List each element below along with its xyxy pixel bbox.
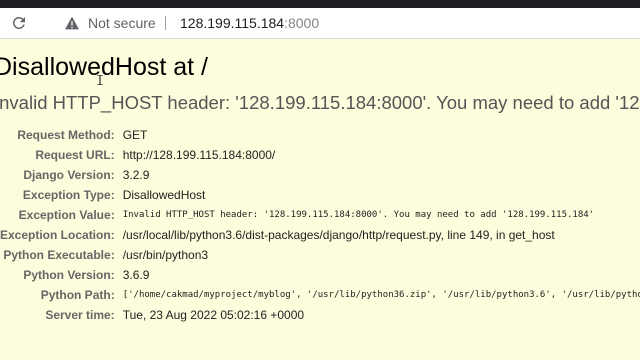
table-row: Exception Location: /usr/local/lib/pytho… (0, 225, 640, 245)
table-row: Request Method: GET (0, 125, 640, 145)
browser-tab-strip (0, 0, 640, 8)
exception-value-label: Exception Value: (18, 208, 115, 222)
text-cursor-icon (97, 75, 103, 85)
request-url-label: Request URL: (35, 148, 115, 162)
request-method-label: Request Method: (17, 128, 115, 142)
reload-icon[interactable] (10, 14, 28, 32)
django-version-value: 3.2.9 (122, 168, 150, 182)
not-secure-label[interactable]: Not secure (88, 15, 156, 31)
request-meta-table: Request Method: GET Request URL: http://… (0, 125, 640, 325)
table-row: Python Path: ['/home/cakmad/myproject/my… (0, 285, 640, 305)
exception-type-label: Exception Type: (22, 188, 115, 202)
django-version-label: Django Version: (23, 168, 115, 182)
table-row: Exception Value: Invalid HTTP_HOST heade… (0, 205, 640, 225)
address-bar[interactable]: 128.199.115.184:8000 (180, 15, 319, 31)
request-method-value: GET (122, 128, 148, 142)
warning-icon[interactable] (64, 16, 80, 30)
address-separator (165, 16, 166, 30)
exception-location-value: /usr/local/lib/python3.6/dist-packages/d… (122, 228, 555, 242)
python-path-label: Python Path: (40, 288, 115, 302)
python-version-value: 3.6.9 (122, 268, 150, 282)
url-port: :8000 (284, 15, 320, 31)
table-row: Python Executable: /usr/bin/python3 (0, 245, 640, 265)
page-title: DisallowedHost at / (0, 53, 208, 81)
exception-location-label: Exception Location: (0, 228, 115, 242)
server-time-value: Tue, 23 Aug 2022 05:02:16 +0000 (122, 308, 305, 322)
python-executable-value: /usr/bin/python3 (122, 248, 209, 262)
server-time-label: Server time: (45, 308, 115, 322)
exception-value-value: Invalid HTTP_HOST header: '128.199.115.1… (122, 210, 595, 220)
python-path-value: ['/home/cakmad/myproject/myblog', '/usr/… (122, 290, 640, 300)
table-row: Exception Type: DisallowedHost (0, 185, 640, 205)
page-subtitle: Invalid HTTP_HOST header: '128.199.115.1… (0, 92, 640, 113)
error-page: DisallowedHost at / Invalid HTTP_HOST he… (0, 39, 640, 360)
python-version-label: Python Version: (23, 268, 115, 282)
browser-toolbar: Not secure 128.199.115.184:8000 (0, 8, 640, 39)
table-row: Django Version: 3.2.9 (0, 165, 640, 185)
url-host: 128.199.115.184 (180, 15, 285, 31)
python-executable-label: Python Executable: (3, 248, 115, 262)
table-row: Python Version: 3.6.9 (0, 265, 640, 285)
exception-type-value: DisallowedHost (122, 188, 206, 202)
request-url-value: http://128.199.115.184:8000/ (122, 148, 276, 162)
table-row: Server time: Tue, 23 Aug 2022 05:02:16 +… (0, 305, 640, 325)
table-row: Request URL: http://128.199.115.184:8000… (0, 145, 640, 165)
